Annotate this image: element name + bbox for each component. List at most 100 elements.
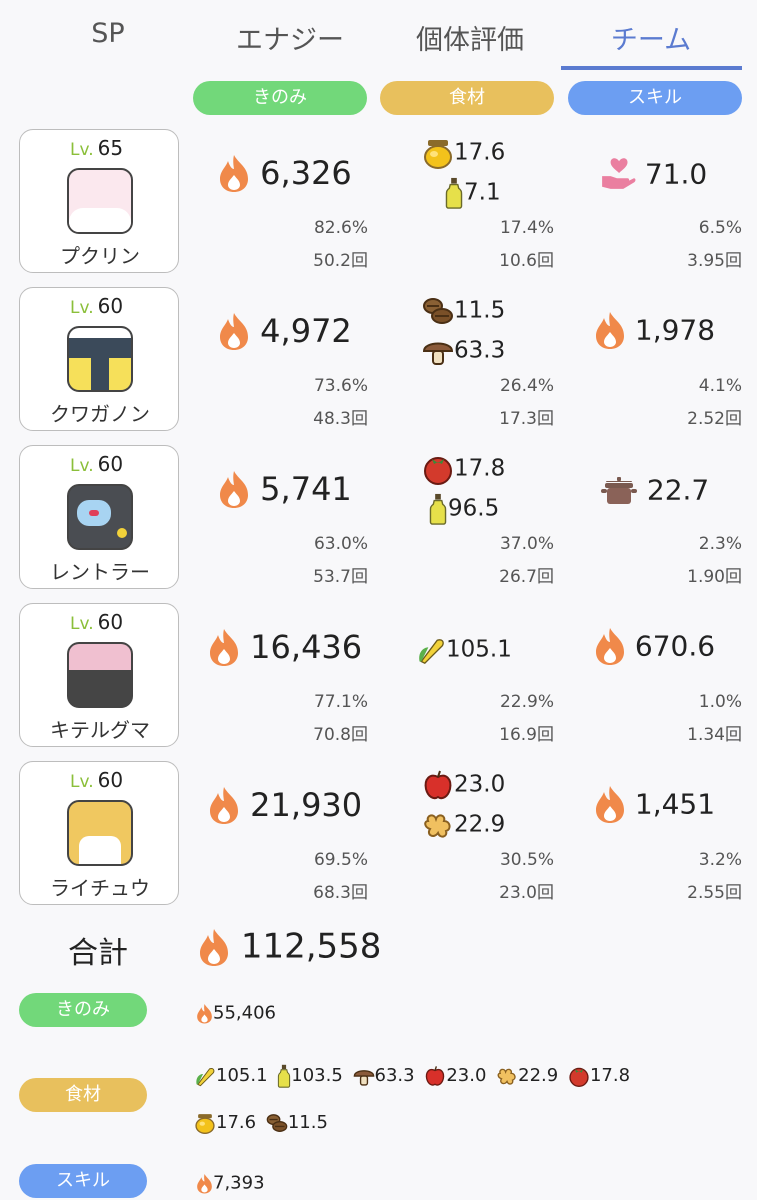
- summary-ingredient: 17.6: [194, 1112, 256, 1134]
- summary-skill-pill: スキル: [19, 1164, 147, 1198]
- berry-energy: 21,930: [208, 784, 362, 825]
- skill-pct: 3.2%: [698, 850, 742, 870]
- ingredient-2: 96.5: [428, 493, 499, 525]
- tomato-icon: [422, 453, 454, 485]
- summary-ingredient: 105.1: [194, 1065, 268, 1087]
- ingredient-value: 22.9: [454, 811, 506, 838]
- berry-energy: 6,326: [218, 152, 352, 193]
- skill-count: 1.34回: [687, 725, 742, 745]
- skill-count: 2.52回: [687, 409, 742, 429]
- skill-value: 71.0: [600, 156, 707, 191]
- berry-count: 53.7回: [313, 567, 368, 587]
- level-value: 60: [97, 610, 124, 634]
- skill-value: 1,978: [594, 310, 715, 350]
- ingredient-value: 105.1: [446, 636, 512, 663]
- berry-count: 50.2回: [313, 251, 368, 271]
- level-value: 65: [97, 136, 124, 160]
- berry-pct: 73.6%: [313, 376, 368, 396]
- cacao-icon: [266, 1112, 288, 1134]
- ingredient-value: 17.8: [454, 455, 506, 482]
- tab-sp[interactable]: SP: [18, 18, 198, 49]
- member-card-5[interactable]: Lv. 60 ライチュウ: [19, 761, 179, 905]
- corn-icon: [194, 1065, 216, 1087]
- ingredient-1: 105.1: [416, 634, 512, 666]
- summary-skill: 7,393: [196, 1172, 265, 1194]
- skill-count: 2.55回: [687, 883, 742, 903]
- summary-ingredient-value: 11.5: [287, 1112, 328, 1133]
- corn-icon: [416, 634, 446, 666]
- tab-bar: SP エナジー 個体評価 チーム: [0, 0, 757, 72]
- summary-ingredient-value: 17.6: [216, 1112, 257, 1133]
- summary-ingredient-value: 103.5: [291, 1065, 343, 1086]
- ingredient-2: 22.9: [422, 809, 505, 841]
- honey-icon: [194, 1112, 216, 1134]
- ingredient-1: 23.0: [422, 769, 505, 801]
- flame-icon: [196, 1003, 213, 1024]
- apple-icon: [424, 1065, 446, 1087]
- ingredient-pct: 37.0%: [499, 534, 554, 554]
- ingredient-value: 17.6: [454, 139, 506, 166]
- berry-energy: 5,741: [218, 468, 352, 509]
- ingredient-value: 63.3: [454, 337, 506, 364]
- flame-icon: [208, 627, 240, 667]
- flame-icon: [196, 1173, 213, 1194]
- ingredient-pct: 30.5%: [499, 850, 554, 870]
- ingredient-value: 23.0: [454, 771, 506, 798]
- flame-icon: [198, 927, 230, 967]
- summary-ingredient: 22.9: [496, 1065, 558, 1087]
- skill-value: 1,451: [594, 784, 715, 824]
- summary-berry-value: 55,406: [213, 1002, 276, 1024]
- mushroom-icon: [353, 1065, 375, 1087]
- active-tab-indicator: [561, 66, 742, 70]
- apple-icon: [422, 769, 454, 801]
- summary-ingredient: 23.0: [424, 1065, 486, 1087]
- level: Lv. 60: [70, 452, 123, 476]
- member-name: レントラー: [50, 560, 150, 584]
- pot-icon: [600, 474, 638, 506]
- summary-ingredient: 103.5: [277, 1064, 343, 1088]
- skill-column-pill: スキル: [568, 81, 742, 115]
- honey-icon: [422, 137, 454, 169]
- flame-icon: [218, 469, 250, 509]
- skill-count: 3.95回: [687, 251, 742, 271]
- berry-count: 70.8回: [313, 725, 368, 745]
- skill-value-text: 1,978: [634, 313, 716, 347]
- summary-skill-value: 7,393: [213, 1172, 265, 1194]
- skill-pct: 2.3%: [698, 534, 742, 554]
- skill-count: 1.90回: [687, 567, 742, 587]
- berry-energy-value: 5,741: [260, 470, 352, 508]
- tab-team[interactable]: チーム: [561, 18, 741, 57]
- level: Lv. 60: [70, 610, 123, 634]
- skill-pct: 6.5%: [698, 218, 742, 238]
- summary-ingredient: 63.3: [353, 1065, 415, 1087]
- member-name: キテルグマ: [50, 718, 150, 742]
- member-card-3[interactable]: Lv. 60 レントラー: [19, 445, 179, 589]
- avatar: [67, 642, 133, 708]
- summary-ingredient-value: 23.0: [446, 1065, 487, 1086]
- member-card-1[interactable]: Lv. 65 プクリン: [19, 129, 179, 273]
- level: Lv. 60: [70, 768, 123, 792]
- flame-icon: [594, 784, 626, 824]
- ingredient-count: 23.0回: [499, 883, 554, 903]
- summary-berry: 55,406: [196, 1002, 276, 1024]
- berry-energy: 4,972: [218, 310, 352, 351]
- ginger-icon: [422, 809, 454, 841]
- cacao-icon: [422, 295, 454, 327]
- member-card-4[interactable]: Lv. 60 キテルグマ: [19, 603, 179, 747]
- berry-energy-value: 4,972: [260, 312, 352, 350]
- oil-icon: [444, 177, 464, 209]
- skill-value-text: 22.7: [646, 473, 710, 507]
- avatar: [67, 168, 133, 234]
- total-label: 合計: [68, 936, 128, 971]
- tab-evaluation[interactable]: 個体評価: [380, 18, 560, 57]
- level-prefix: Lv.: [70, 298, 94, 318]
- flame-icon: [594, 626, 626, 666]
- member-card-2[interactable]: Lv. 60 クワガノン: [19, 287, 179, 431]
- ingredient-1: 17.6: [422, 137, 505, 169]
- summary-berry-pill: きのみ: [19, 993, 147, 1027]
- berry-column-pill: きのみ: [193, 81, 367, 115]
- tab-energy[interactable]: エナジー: [200, 18, 380, 57]
- tomato-icon: [568, 1065, 590, 1087]
- berry-pct: 82.6%: [313, 218, 368, 238]
- berry-pct: 77.1%: [313, 692, 368, 712]
